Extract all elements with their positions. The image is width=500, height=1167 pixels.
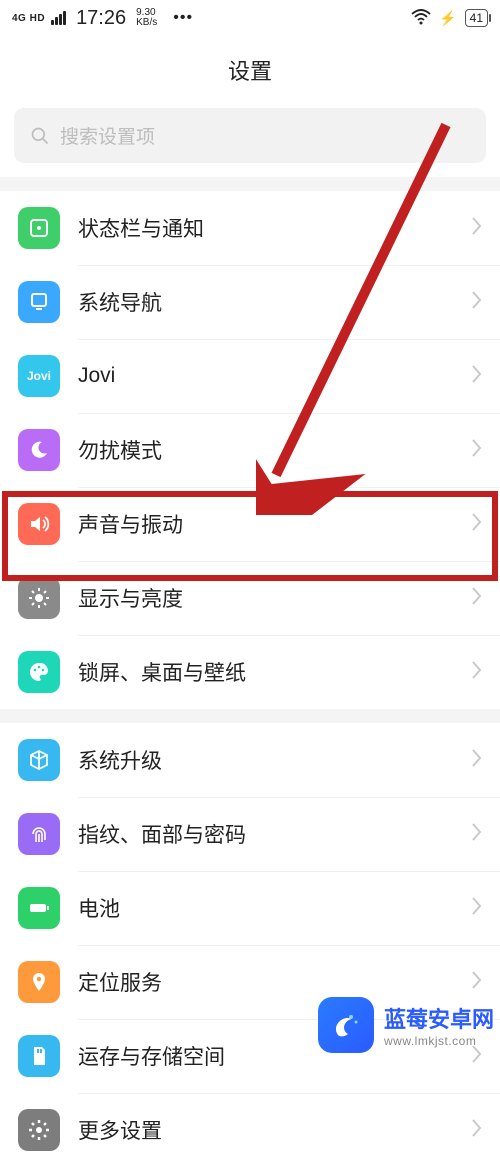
row-navigation[interactable]: 系统导航 xyxy=(0,265,500,339)
page-title: 设置 xyxy=(0,36,500,108)
brightness-icon xyxy=(18,577,60,619)
row-label: 更多设置 xyxy=(78,1115,454,1145)
more-icon: ••• xyxy=(173,9,193,27)
signal-icon xyxy=(51,11,66,25)
charging-icon: ⚡ xyxy=(439,10,456,27)
status-bar-icon xyxy=(18,207,60,249)
battery-icon xyxy=(18,887,60,929)
chevron-right-icon xyxy=(472,971,482,994)
row-label: 勿扰模式 xyxy=(78,435,454,465)
jovi-icon: Jovi xyxy=(18,355,60,397)
chevron-right-icon xyxy=(472,823,482,846)
chevron-right-icon xyxy=(472,587,482,610)
watermark-title: 蓝莓安卓网 xyxy=(384,1002,494,1034)
fingerprint-icon xyxy=(18,813,60,855)
chevron-right-icon xyxy=(472,1119,482,1142)
chevron-right-icon xyxy=(472,365,482,388)
row-label: 指纹、面部与密码 xyxy=(78,819,454,849)
row-label: 显示与亮度 xyxy=(78,583,454,613)
row-label: 状态栏与通知 xyxy=(78,213,454,243)
network-speed: 9.30 KB/s xyxy=(136,8,157,28)
watermark: 蓝莓安卓网 www.lmkjst.com xyxy=(312,993,500,1057)
watermark-logo-icon xyxy=(318,997,374,1053)
row-label: Jovi xyxy=(78,364,454,388)
settings-group-2: 系统升级 指纹、面部与密码 电池 定位服务 运存与存储空间 更多设置 xyxy=(0,723,500,1167)
navigation-icon xyxy=(18,281,60,323)
wifi-icon xyxy=(411,9,431,28)
moon-icon xyxy=(18,429,60,471)
chevron-right-icon xyxy=(472,217,482,240)
clock: 17:26 xyxy=(76,7,126,30)
chevron-right-icon xyxy=(472,439,482,462)
row-display-brightness[interactable]: 显示与亮度 xyxy=(0,561,500,635)
search-input[interactable]: 搜索设置项 xyxy=(14,108,486,163)
battery-indicator: 41 xyxy=(465,9,488,27)
row-more-settings[interactable]: 更多设置 xyxy=(0,1093,500,1167)
row-label: 电池 xyxy=(78,893,454,923)
search-icon xyxy=(30,126,50,146)
chevron-right-icon xyxy=(472,513,482,536)
row-sound[interactable]: 声音与振动 xyxy=(0,487,500,561)
cube-icon xyxy=(18,739,60,781)
row-battery[interactable]: 电池 xyxy=(0,871,500,945)
network-type: 4G HD xyxy=(12,14,45,23)
palette-icon xyxy=(18,651,60,693)
row-system-update[interactable]: 系统升级 xyxy=(0,723,500,797)
row-status-bar[interactable]: 状态栏与通知 xyxy=(0,191,500,265)
row-label: 系统导航 xyxy=(78,287,454,317)
row-biometrics-password[interactable]: 指纹、面部与密码 xyxy=(0,797,500,871)
row-dnd[interactable]: 勿扰模式 xyxy=(0,413,500,487)
row-label: 系统升级 xyxy=(78,745,454,775)
location-icon xyxy=(18,961,60,1003)
chevron-right-icon xyxy=(472,291,482,314)
row-label: 声音与振动 xyxy=(78,509,454,539)
row-lockscreen-wallpaper[interactable]: 锁屏、桌面与壁纸 xyxy=(0,635,500,709)
chevron-right-icon xyxy=(472,897,482,920)
chevron-right-icon xyxy=(472,749,482,772)
row-jovi[interactable]: Jovi Jovi xyxy=(0,339,500,413)
search-placeholder: 搜索设置项 xyxy=(60,122,155,149)
sdcard-icon xyxy=(18,1035,60,1077)
gear-icon xyxy=(18,1109,60,1151)
watermark-url: www.lmkjst.com xyxy=(384,1034,494,1048)
speaker-icon xyxy=(18,503,60,545)
chevron-right-icon xyxy=(472,661,482,684)
row-label: 锁屏、桌面与壁纸 xyxy=(78,657,454,687)
settings-group-1: 状态栏与通知 系统导航 Jovi Jovi 勿扰模式 声音与振动 显示与亮度 xyxy=(0,191,500,709)
status-bar: 4G HD 17:26 9.30 KB/s ••• ⚡ 41 xyxy=(0,0,500,36)
